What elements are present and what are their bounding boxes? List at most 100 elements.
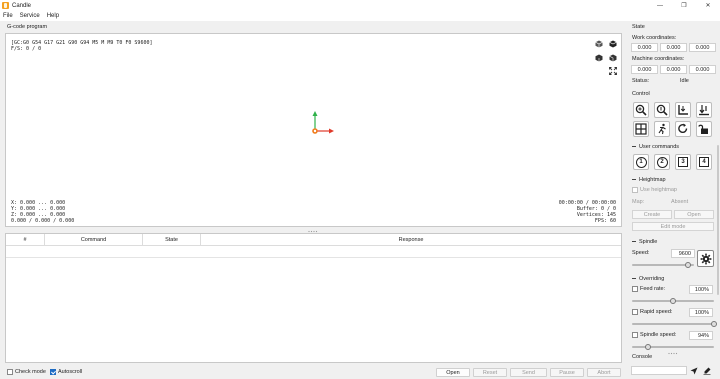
use-heightmap-box[interactable] — [632, 187, 638, 193]
overriding-section-title: Overriding — [632, 276, 664, 282]
view-front-icon[interactable] — [594, 53, 603, 62]
user-command-2-button[interactable]: 2 — [654, 154, 670, 170]
rapid-speed-input[interactable]: 100% — [689, 308, 713, 317]
zero-z-icon — [699, 105, 709, 116]
state-section-title: State — [632, 24, 645, 30]
gcode-table[interactable]: # Command State Response — [5, 233, 622, 363]
minimize-button[interactable]: — — [648, 0, 672, 11]
map-value: Absent — [671, 199, 689, 205]
rapid-speed-label: Rapid speed: — [640, 309, 673, 315]
machine-x-value: 0.000 — [631, 65, 658, 74]
zero-xy-icon — [678, 105, 688, 115]
menu-service[interactable]: Service — [17, 13, 44, 19]
spindle-override-slider-track — [632, 346, 714, 348]
heightmap-title-text: Heightmap — [639, 177, 666, 183]
title-bar: Candle — ❐ ✕ — [0, 0, 720, 11]
maximize-button[interactable]: ❐ — [672, 0, 696, 11]
feed-rate-label: Feed rate: — [640, 286, 666, 292]
machine-y-value: 0.000 — [660, 65, 687, 74]
gcode-program-label: G-code program — [7, 24, 48, 30]
edit-mode-button[interactable]: Edit mode — [632, 222, 714, 231]
status-value: Idle — [680, 78, 689, 84]
feed-rate-box[interactable] — [632, 286, 638, 292]
fps-line: FPS: 60 — [594, 218, 616, 224]
user-command-1-button[interactable]: 1 — [633, 154, 649, 170]
user-commands-title-text: User commands — [639, 144, 680, 150]
spindle-icon — [700, 253, 711, 264]
check-mode-label: Check mode — [15, 369, 46, 375]
autoscroll-box[interactable] — [50, 369, 56, 375]
refresh-icon — [678, 123, 688, 134]
feed-rate-slider-thumb[interactable] — [670, 298, 676, 304]
home-button[interactable] — [633, 102, 649, 118]
spindle-override-slider-thumb[interactable] — [645, 344, 652, 350]
spindle-override-box[interactable] — [632, 332, 638, 338]
menu-bar: File Service Help — [0, 11, 720, 21]
user-command-3-button[interactable]: 3 — [675, 154, 691, 170]
spindle-override-label: Spindle speed: — [640, 332, 677, 338]
extents-size-line: 0.000 / 0.000 / 0.000 — [11, 218, 75, 224]
zero-z-button[interactable] — [696, 102, 712, 118]
rapid-speed-box[interactable] — [632, 309, 638, 315]
check-mode-checkbox[interactable]: Check mode — [7, 369, 46, 375]
control-section-title: Control — [632, 91, 650, 97]
feed-rate-checkbox[interactable]: Feed rate: — [632, 286, 665, 292]
column-header-command[interactable]: Command — [45, 234, 143, 245]
create-heightmap-button[interactable]: Create — [632, 210, 672, 219]
user-command-4-button[interactable]: 4 — [696, 154, 712, 170]
check-mode-box[interactable] — [7, 369, 13, 375]
open-heightmap-button[interactable]: Open — [674, 210, 714, 219]
spindle-speed-input[interactable]: 9600 — [671, 249, 695, 258]
fit-view-icon[interactable] — [608, 66, 617, 75]
reset-button[interactable]: Reset — [473, 368, 507, 377]
zero-xy-button[interactable] — [675, 102, 691, 118]
column-header-number[interactable]: # — [6, 234, 45, 245]
view-top-icon[interactable] — [608, 39, 617, 48]
spindle-toggle-button[interactable] — [697, 250, 714, 267]
bottom-toolbar: Check mode Autoscroll Open Reset Send Pa… — [0, 365, 625, 379]
view-isometric-icon[interactable] — [594, 39, 603, 48]
rapid-speed-slider-thumb[interactable] — [711, 321, 717, 327]
right-panel-scrollbar[interactable] — [717, 145, 719, 295]
console-input[interactable] — [631, 366, 687, 375]
open-file-button[interactable]: Open — [436, 368, 470, 377]
user-command-3-label: 3 — [678, 157, 688, 167]
close-button[interactable]: ✕ — [696, 0, 720, 11]
heightmap-section-title: Heightmap — [632, 177, 666, 183]
work-z-value: 0.000 — [689, 43, 716, 52]
menu-file[interactable]: File — [0, 13, 17, 19]
feed-rate-input[interactable]: 100% — [689, 285, 713, 294]
spindle-override-input[interactable]: 94% — [689, 331, 713, 340]
machine-z-value: 0.000 — [689, 65, 716, 74]
zero-z-probe-button[interactable] — [654, 102, 670, 118]
window-controls: — ❐ ✕ — [648, 0, 720, 11]
safe-position-button[interactable] — [654, 121, 670, 137]
send-command-icon[interactable] — [690, 367, 698, 375]
spindle-speed-label: Speed: — [632, 250, 650, 256]
column-header-state[interactable]: State — [143, 234, 201, 245]
spindle-override-checkbox[interactable]: Spindle speed: — [632, 332, 676, 338]
autoscroll-checkbox[interactable]: Autoscroll — [50, 369, 82, 375]
panel-splitter-handle[interactable] — [667, 351, 679, 357]
gcode-3d-viewport[interactable]: [GC:G0 G54 G17 G21 G90 G94 M5 M M9 T0 F0… — [5, 33, 622, 227]
column-header-response[interactable]: Response — [201, 234, 621, 245]
user-command-2-label: 2 — [656, 156, 668, 168]
view-left-icon[interactable] — [608, 53, 617, 62]
spindle-speed-slider-thumb[interactable] — [684, 262, 691, 268]
pause-button[interactable]: Pause — [550, 368, 584, 377]
rapid-speed-checkbox[interactable]: Rapid speed: — [632, 309, 672, 315]
clear-console-icon[interactable] — [703, 367, 711, 375]
unlock-button[interactable] — [696, 121, 712, 137]
abort-button[interactable]: Abort — [587, 368, 621, 377]
table-row[interactable] — [6, 246, 621, 258]
candle-app-icon — [2, 2, 9, 9]
send-button[interactable]: Send — [510, 368, 547, 377]
splitter-handle[interactable] — [307, 229, 319, 233]
origin-axes-icon — [312, 111, 334, 134]
menu-help[interactable]: Help — [44, 13, 63, 19]
reset-grbl-button[interactable] — [675, 121, 691, 137]
work-y-value: 0.000 — [660, 43, 687, 52]
status-label: Status: — [632, 78, 650, 84]
restore-origin-button[interactable] — [633, 121, 649, 137]
use-heightmap-checkbox[interactable]: Use heightmap — [632, 187, 677, 193]
